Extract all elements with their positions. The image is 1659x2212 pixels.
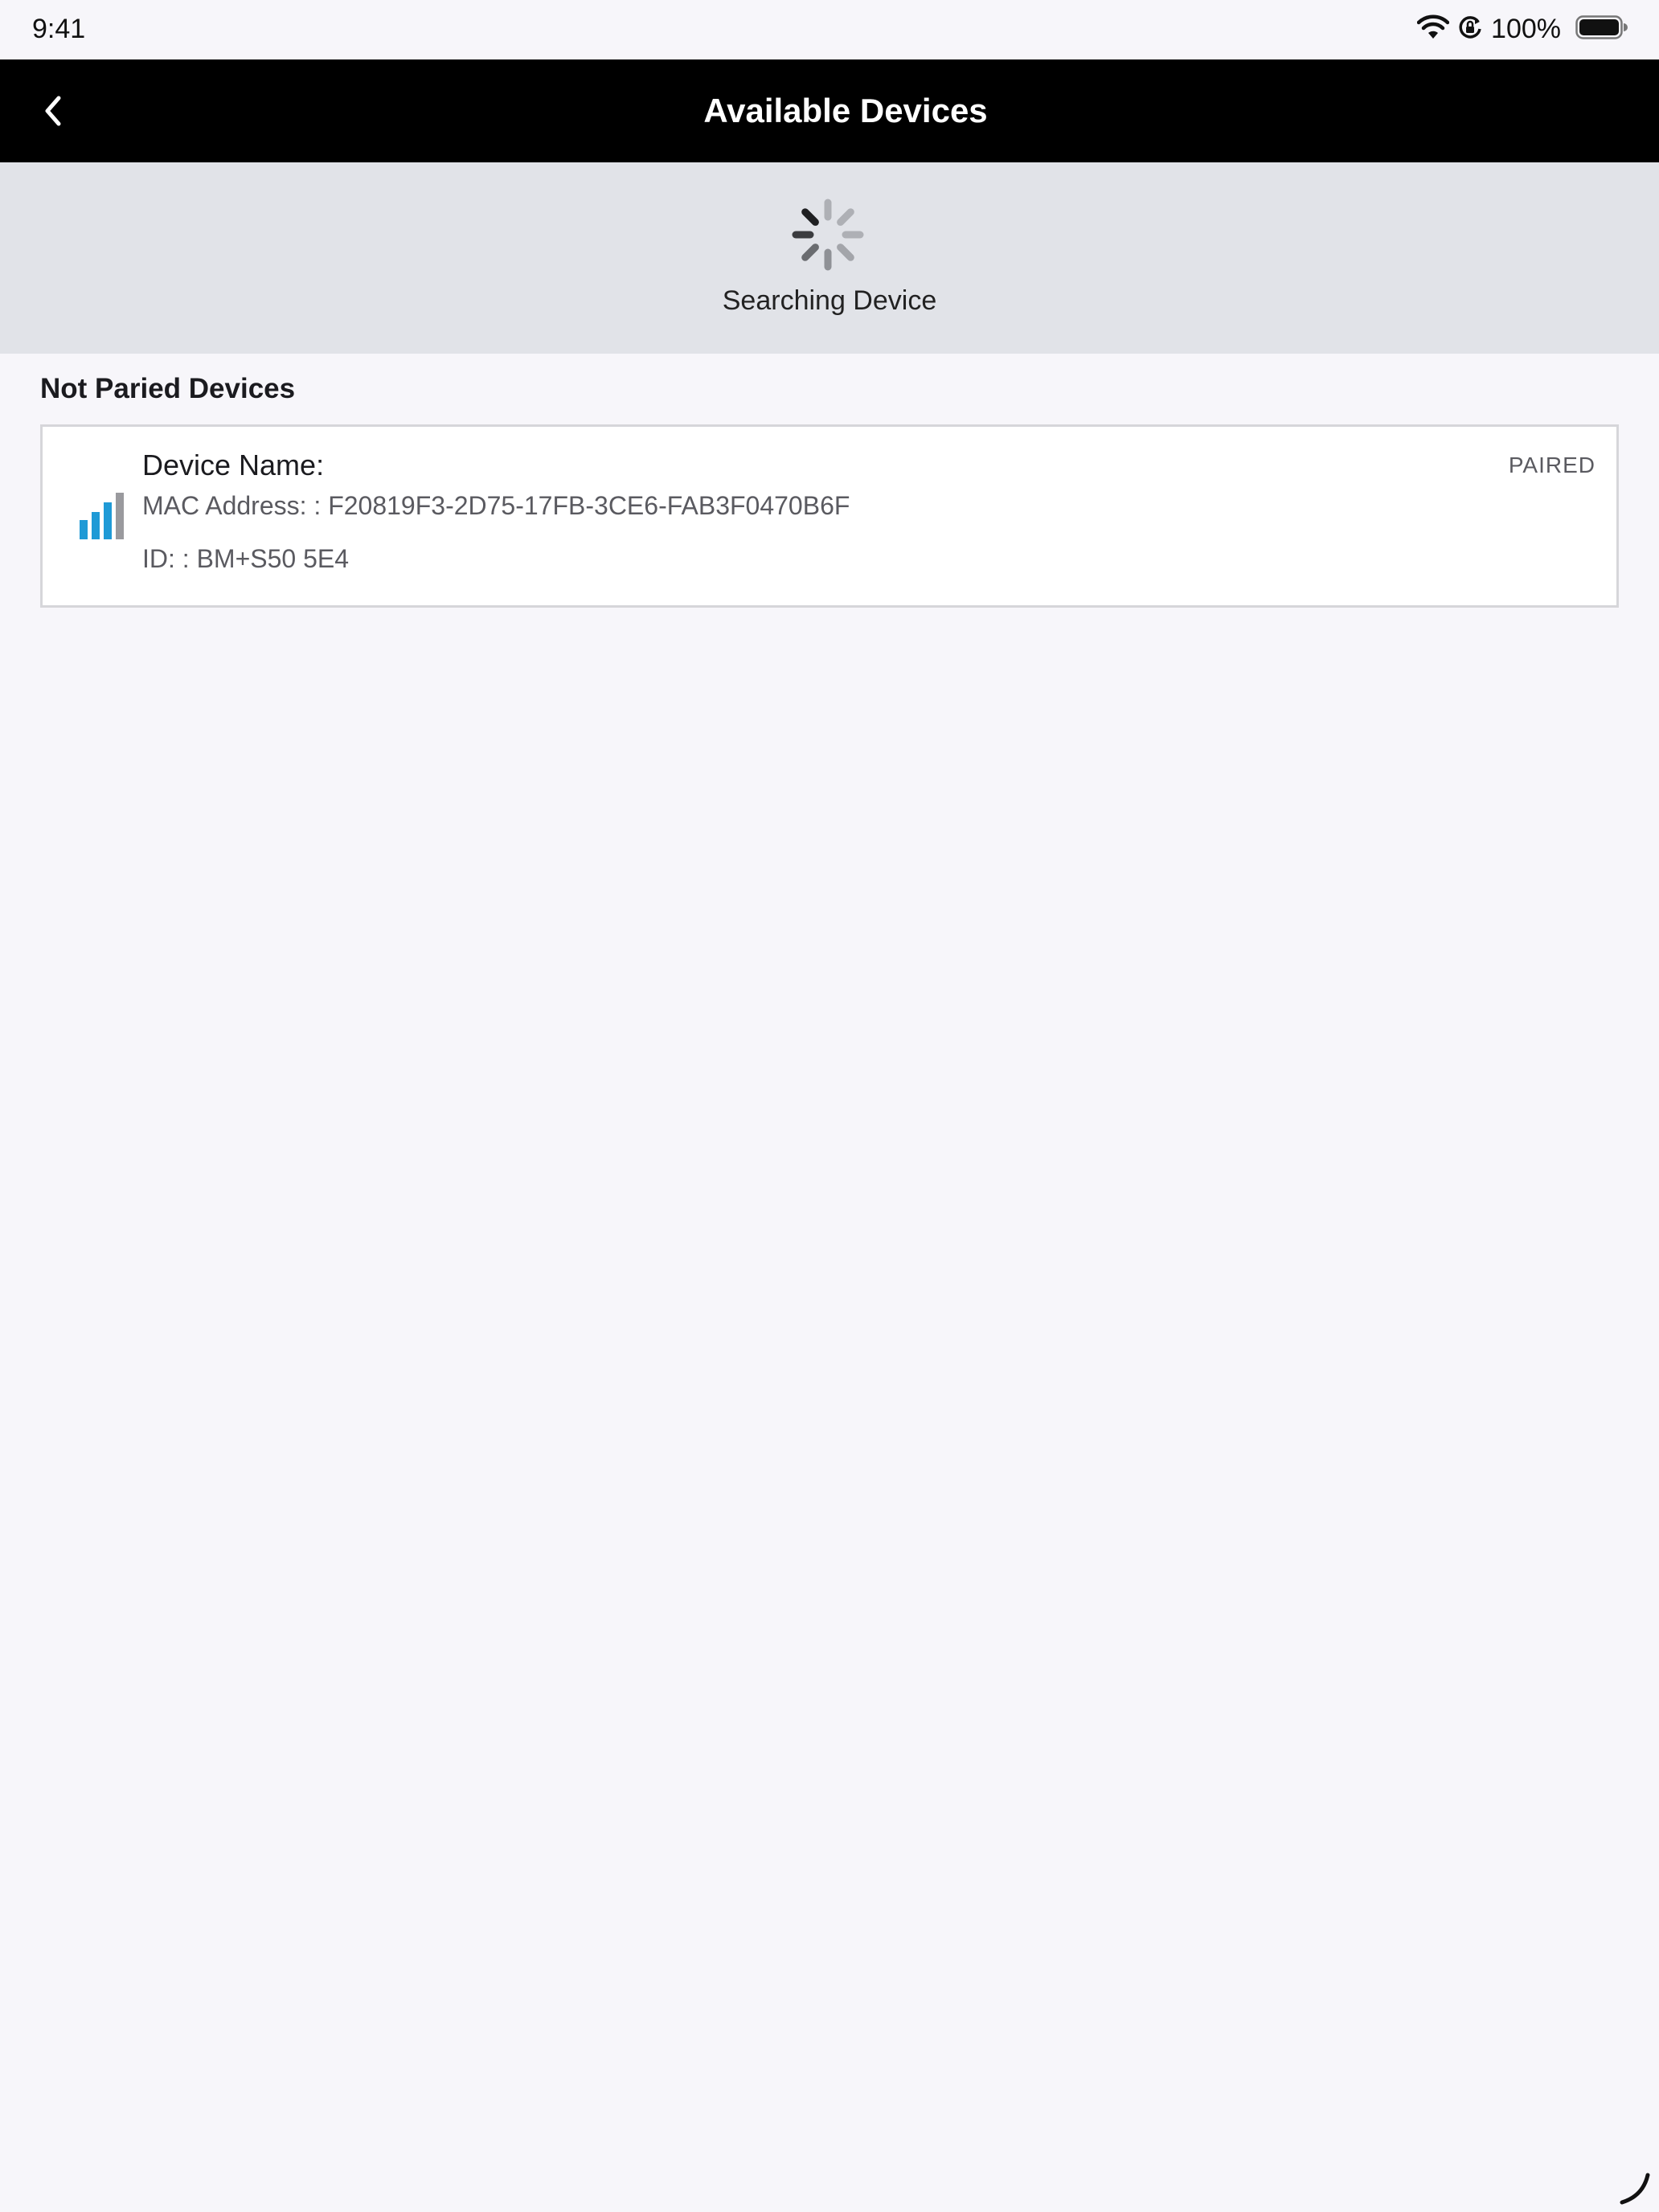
status-bar: 9:41 100% xyxy=(0,0,1659,59)
device-paired-status: PAIRED xyxy=(1508,453,1596,477)
resize-handle-icon xyxy=(1620,2173,1650,2205)
status-time: 9:41 xyxy=(32,14,86,44)
activity-spinner-icon xyxy=(792,199,864,271)
device-name: Device Name: xyxy=(142,449,325,481)
device-mac-address: MAC Address: : F20819F3-2D75-17FB-3CE6-F… xyxy=(142,491,850,520)
searching-label: Searching Device xyxy=(722,285,937,316)
section-title: Not Paried Devices xyxy=(40,373,296,404)
battery-icon xyxy=(1575,14,1628,44)
signal-strength-icon xyxy=(80,493,124,539)
page-title: Available Devices xyxy=(703,92,988,129)
device-list-item[interactable]: Device Name: MAC Address: : F20819F3-2D7… xyxy=(40,424,1619,608)
device-id: ID: : BM+S50 5E4 xyxy=(142,544,350,573)
wifi-icon xyxy=(1416,14,1450,44)
orientation-lock-icon xyxy=(1457,14,1483,44)
status-icons: 100% xyxy=(1416,11,1628,47)
navigation-bar: Available Devices xyxy=(0,59,1659,162)
battery-percentage: 100% xyxy=(1491,14,1561,44)
